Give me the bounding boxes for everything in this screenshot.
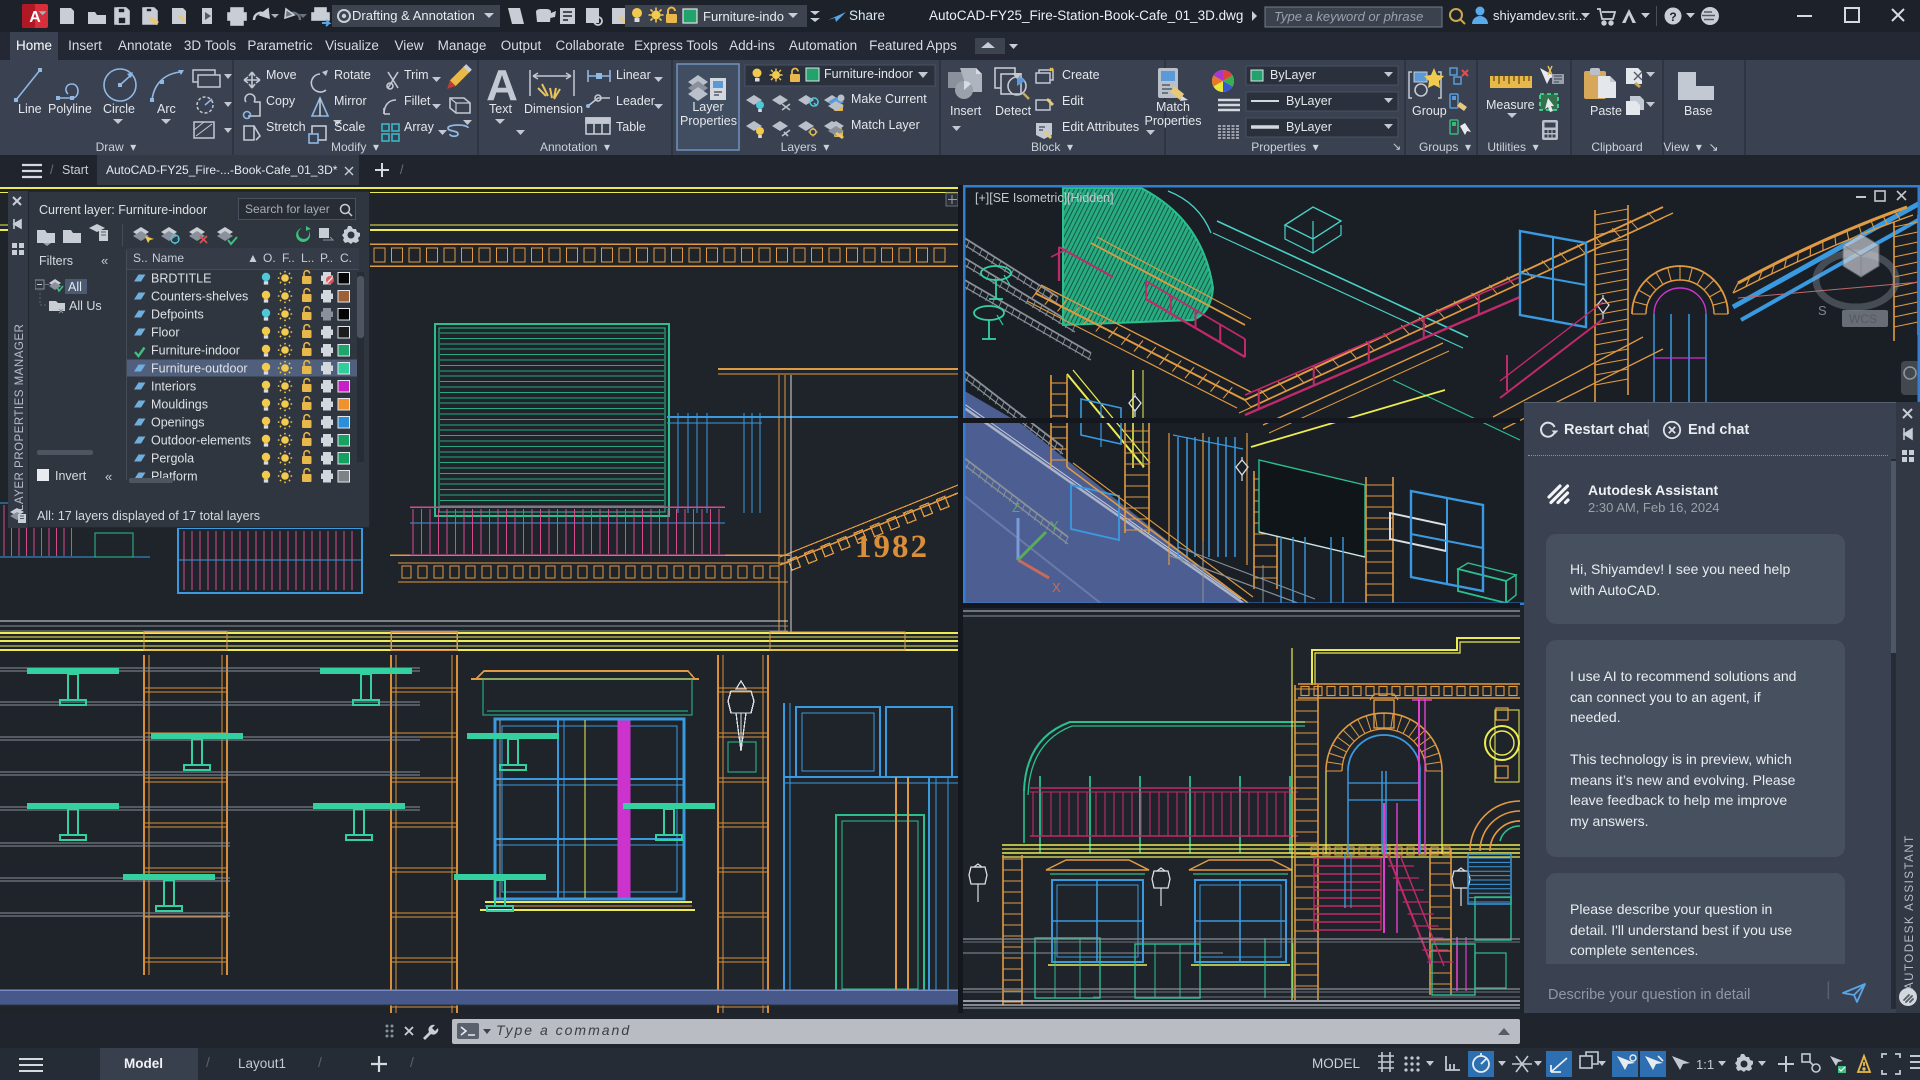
- svg-text:LAYER PROPERTIES MANAGER: LAYER PROPERTIES MANAGER: [14, 324, 26, 511]
- svg-text:Invert: Invert: [55, 469, 87, 483]
- svg-text:Furniture-indoor: Furniture-indoor: [151, 344, 240, 358]
- svg-text:Openings: Openings: [151, 416, 205, 430]
- svg-text:Outdoor-elements: Outdoor-elements: [151, 434, 251, 448]
- svg-text:BRDTITLE: BRDTITLE: [151, 272, 211, 286]
- svg-text:Defpoints: Defpoints: [151, 308, 204, 322]
- svg-text:S: S: [1818, 303, 1827, 318]
- svg-text:?: ?: [1669, 10, 1676, 24]
- svg-text:Counters-shelves: Counters-shelves: [151, 290, 248, 304]
- svg-text:AUTODESK ASSISTANT: AUTODESK ASSISTANT: [1904, 834, 1916, 990]
- svg-text:1:1: 1:1: [1696, 1057, 1714, 1072]
- svg-text:All Us: All Us: [69, 299, 102, 313]
- svg-text:Mouldings: Mouldings: [151, 398, 208, 412]
- svg-text:Y: Y: [1050, 518, 1059, 533]
- svg-text:Z: Z: [1012, 500, 1020, 515]
- svg-text:Floor: Floor: [151, 326, 179, 340]
- svg-text:1982: 1982: [855, 529, 929, 565]
- svg-text:[+][SE Isometric][Hidden]: [+][SE Isometric][Hidden]: [975, 191, 1114, 205]
- svg-text:X: X: [1052, 580, 1061, 595]
- svg-text:«: «: [105, 469, 112, 484]
- svg-text:Furniture-outdoor: Furniture-outdoor: [151, 362, 248, 376]
- svg-text:Pergola: Pergola: [151, 452, 194, 466]
- svg-text:All: All: [68, 280, 82, 294]
- svg-text:WCS: WCS: [1849, 312, 1877, 326]
- svg-text:Interiors: Interiors: [151, 380, 196, 394]
